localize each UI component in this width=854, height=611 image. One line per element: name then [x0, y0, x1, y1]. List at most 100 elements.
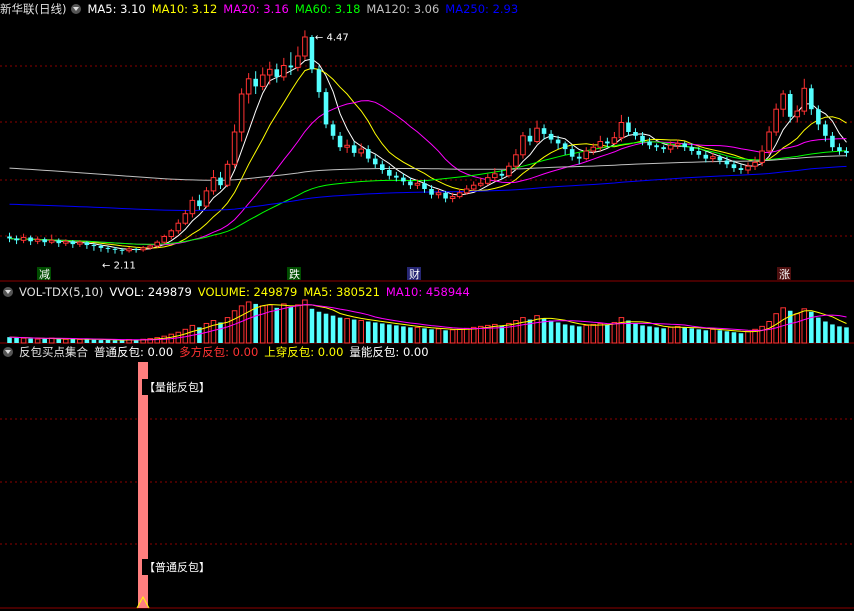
candle [801, 87, 808, 112]
candle [105, 247, 111, 249]
volume-bar [844, 327, 849, 343]
dropdown-circle-icon[interactable] [71, 4, 82, 14]
candle [414, 182, 421, 186]
event-tag: 财 [409, 267, 420, 281]
indicator-chart [0, 362, 854, 609]
candle [534, 127, 540, 142]
candle [456, 192, 463, 198]
candle [154, 241, 161, 247]
candle [253, 78, 258, 87]
volume-bar [548, 320, 554, 343]
candle [48, 239, 55, 243]
indicator-header: 反包买点集合 普通反包: 0.00 多方反包: 0.00 上穿反包: 0.00 量能反… [0, 344, 441, 360]
candle [844, 151, 849, 153]
candle [605, 141, 610, 144]
volume-bar [738, 333, 744, 343]
volume-bar [583, 324, 590, 344]
volume-bar [710, 328, 716, 344]
candle [34, 238, 41, 242]
volume-bar [351, 319, 357, 343]
ind-label-0: 普通反包: 0.00 [94, 345, 174, 359]
ma-label-0: MA5: 3.10 [87, 2, 146, 16]
candle [295, 55, 301, 68]
ma-label-4: MA120: 3.06 [366, 2, 440, 16]
candle [830, 135, 835, 148]
vol-label-3: MA10: 458944 [385, 285, 470, 299]
candle [316, 69, 322, 93]
indicator-panel: 反包买点集合 普通反包: 0.00 多方反包: 0.00 上穿反包: 0.00 量能反… [0, 344, 854, 611]
event-tag: 跌 [289, 267, 300, 281]
volume-bar [62, 338, 69, 344]
volume-bar [34, 338, 41, 344]
volume-bar [70, 338, 76, 343]
candle [780, 93, 786, 110]
event-tag: 涨 [779, 268, 790, 281]
volume-bar [394, 325, 399, 343]
candle [245, 78, 252, 95]
candle [520, 135, 526, 156]
volume-bar [703, 330, 709, 343]
candle [62, 240, 69, 244]
candle [823, 124, 828, 136]
indicator-title: 反包买点集合 [19, 345, 88, 359]
candle [288, 65, 294, 68]
volume-header: VOL-TDX(5,10) VVOL: 249879 VOLUME: 249879… [0, 284, 482, 300]
volume-bar [288, 306, 294, 343]
volume-title: VOL-TDX(5,10) [19, 285, 104, 299]
candle [816, 109, 821, 125]
ind-label-3: 量能反包: 0.00 [349, 345, 429, 359]
volume-bar [274, 307, 280, 343]
volume-bar [316, 311, 322, 343]
volume-bar [731, 332, 737, 343]
candle [499, 173, 505, 176]
candle [323, 92, 329, 125]
volume-bar [77, 338, 83, 344]
candle [773, 108, 779, 133]
candle [274, 69, 280, 77]
volume-bar [259, 305, 266, 344]
candle [449, 196, 456, 200]
dropdown-circle-icon[interactable] [3, 287, 13, 297]
volume-bar [443, 330, 448, 343]
volume-bar [281, 303, 287, 344]
candle [401, 177, 406, 182]
candle [562, 143, 568, 150]
candle [689, 147, 695, 151]
candle [597, 141, 604, 148]
candle [766, 131, 772, 152]
candle [633, 132, 638, 136]
volume-bar [492, 323, 498, 344]
ma-label-3: MA60: 3.18 [294, 2, 361, 16]
candle [309, 37, 315, 70]
candle [435, 192, 442, 196]
volume-bar [569, 325, 575, 343]
volume-bar [330, 315, 336, 343]
candle [717, 156, 723, 161]
candle [394, 175, 399, 178]
candle [640, 135, 645, 142]
volume-bar [422, 328, 427, 343]
volume-bar [309, 308, 315, 343]
candle [682, 143, 688, 148]
candle [752, 161, 758, 167]
volume-bar [435, 328, 442, 344]
indicator-labels: 普通反包: 0.00 多方反包: 0.00 上穿反包: 0.00 量能反包: 0.00 [94, 344, 435, 360]
volume-bar [56, 339, 62, 343]
volume-bar [253, 303, 258, 343]
volume-bar [414, 326, 421, 344]
volume-bar [809, 311, 814, 343]
candle [463, 188, 470, 194]
candle [590, 146, 597, 152]
candle [231, 131, 238, 165]
volume-bar [605, 324, 610, 343]
candle [548, 133, 554, 140]
candle [387, 170, 392, 176]
volume-bar [745, 330, 751, 344]
candle [302, 36, 308, 57]
volume-bar [640, 325, 645, 343]
candle [189, 199, 196, 215]
volume-bar [429, 329, 434, 343]
dropdown-circle-icon[interactable] [3, 347, 13, 357]
candle [527, 135, 533, 142]
vol-label-0: VVOL: 249879 [109, 285, 192, 299]
